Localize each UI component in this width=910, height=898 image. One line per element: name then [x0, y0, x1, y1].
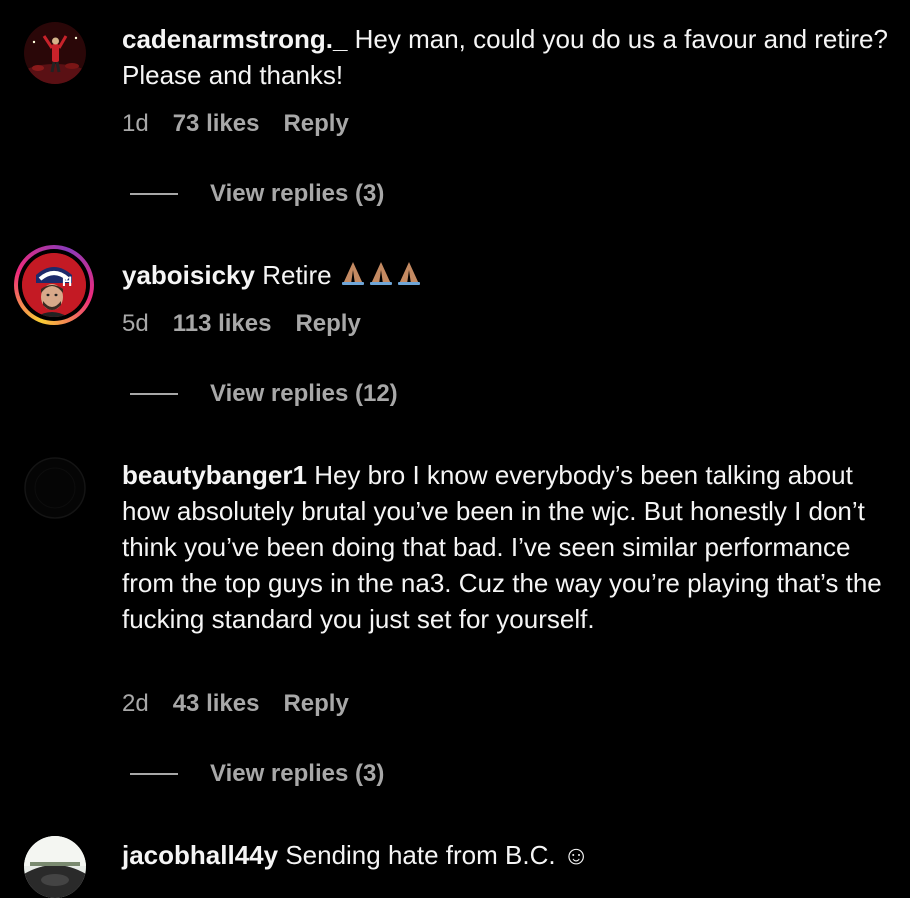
- view-replies-button[interactable]: View replies (3): [130, 759, 384, 789]
- comment-body: cadenarmstrong._ Hey man, could you do u…: [122, 21, 892, 93]
- avatar-image: [24, 457, 86, 519]
- comment-username[interactable]: jacobhall44y: [122, 840, 278, 870]
- comment-body: jacobhall44y Sending hate from B.C. ☺: [122, 837, 892, 873]
- comment-username[interactable]: beautybanger1: [122, 460, 307, 490]
- avatar-image: [24, 22, 86, 84]
- view-replies-button[interactable]: View replies (3): [130, 179, 384, 209]
- view-replies-button[interactable]: View replies (12): [130, 379, 398, 409]
- comment-age: 1d: [122, 110, 149, 137]
- reply-button[interactable]: Reply: [295, 310, 360, 337]
- avatar: H: [22, 253, 86, 317]
- comment-text: Retire: [262, 260, 332, 290]
- reply-button[interactable]: Reply: [283, 690, 348, 717]
- avatar[interactable]: [24, 836, 86, 898]
- comment-body: yaboisicky Retire: [122, 257, 892, 295]
- view-replies-label: View replies (3): [210, 760, 385, 787]
- smile-emoji-icon: ☺: [562, 840, 590, 870]
- comment-age: 5d: [122, 310, 149, 337]
- replies-divider-line: [130, 193, 178, 195]
- view-replies-label: View replies (12): [210, 380, 398, 407]
- avatar[interactable]: [24, 457, 86, 519]
- comment-meta: 5d 113 likes Reply: [122, 309, 361, 339]
- avatar[interactable]: [24, 22, 86, 84]
- pray-emoji-icon: [339, 259, 423, 295]
- story-ring-avatar[interactable]: H: [14, 245, 94, 325]
- comment-age: 2d: [122, 690, 149, 717]
- svg-text:H: H: [62, 273, 72, 289]
- reply-button[interactable]: Reply: [283, 110, 348, 137]
- view-replies-label: View replies (3): [210, 180, 385, 207]
- comment-body: beautybanger1 Hey bro I know everybody’s…: [122, 457, 892, 637]
- replies-divider-line: [130, 393, 178, 395]
- comment-likes[interactable]: 43 likes: [173, 690, 260, 717]
- comment-text: Sending hate from B.C.: [285, 840, 556, 870]
- comment-likes[interactable]: 73 likes: [173, 110, 260, 137]
- comment-meta: 2d 43 likes Reply: [122, 689, 349, 719]
- comment-meta: 1d 73 likes Reply: [122, 109, 349, 139]
- replies-divider-line: [130, 773, 178, 775]
- comment-username[interactable]: cadenarmstrong._: [122, 24, 347, 54]
- avatar-image: H: [22, 253, 86, 317]
- comment-likes[interactable]: 113 likes: [173, 310, 272, 337]
- avatar-image: [24, 836, 86, 898]
- comment-username[interactable]: yaboisicky: [122, 260, 255, 290]
